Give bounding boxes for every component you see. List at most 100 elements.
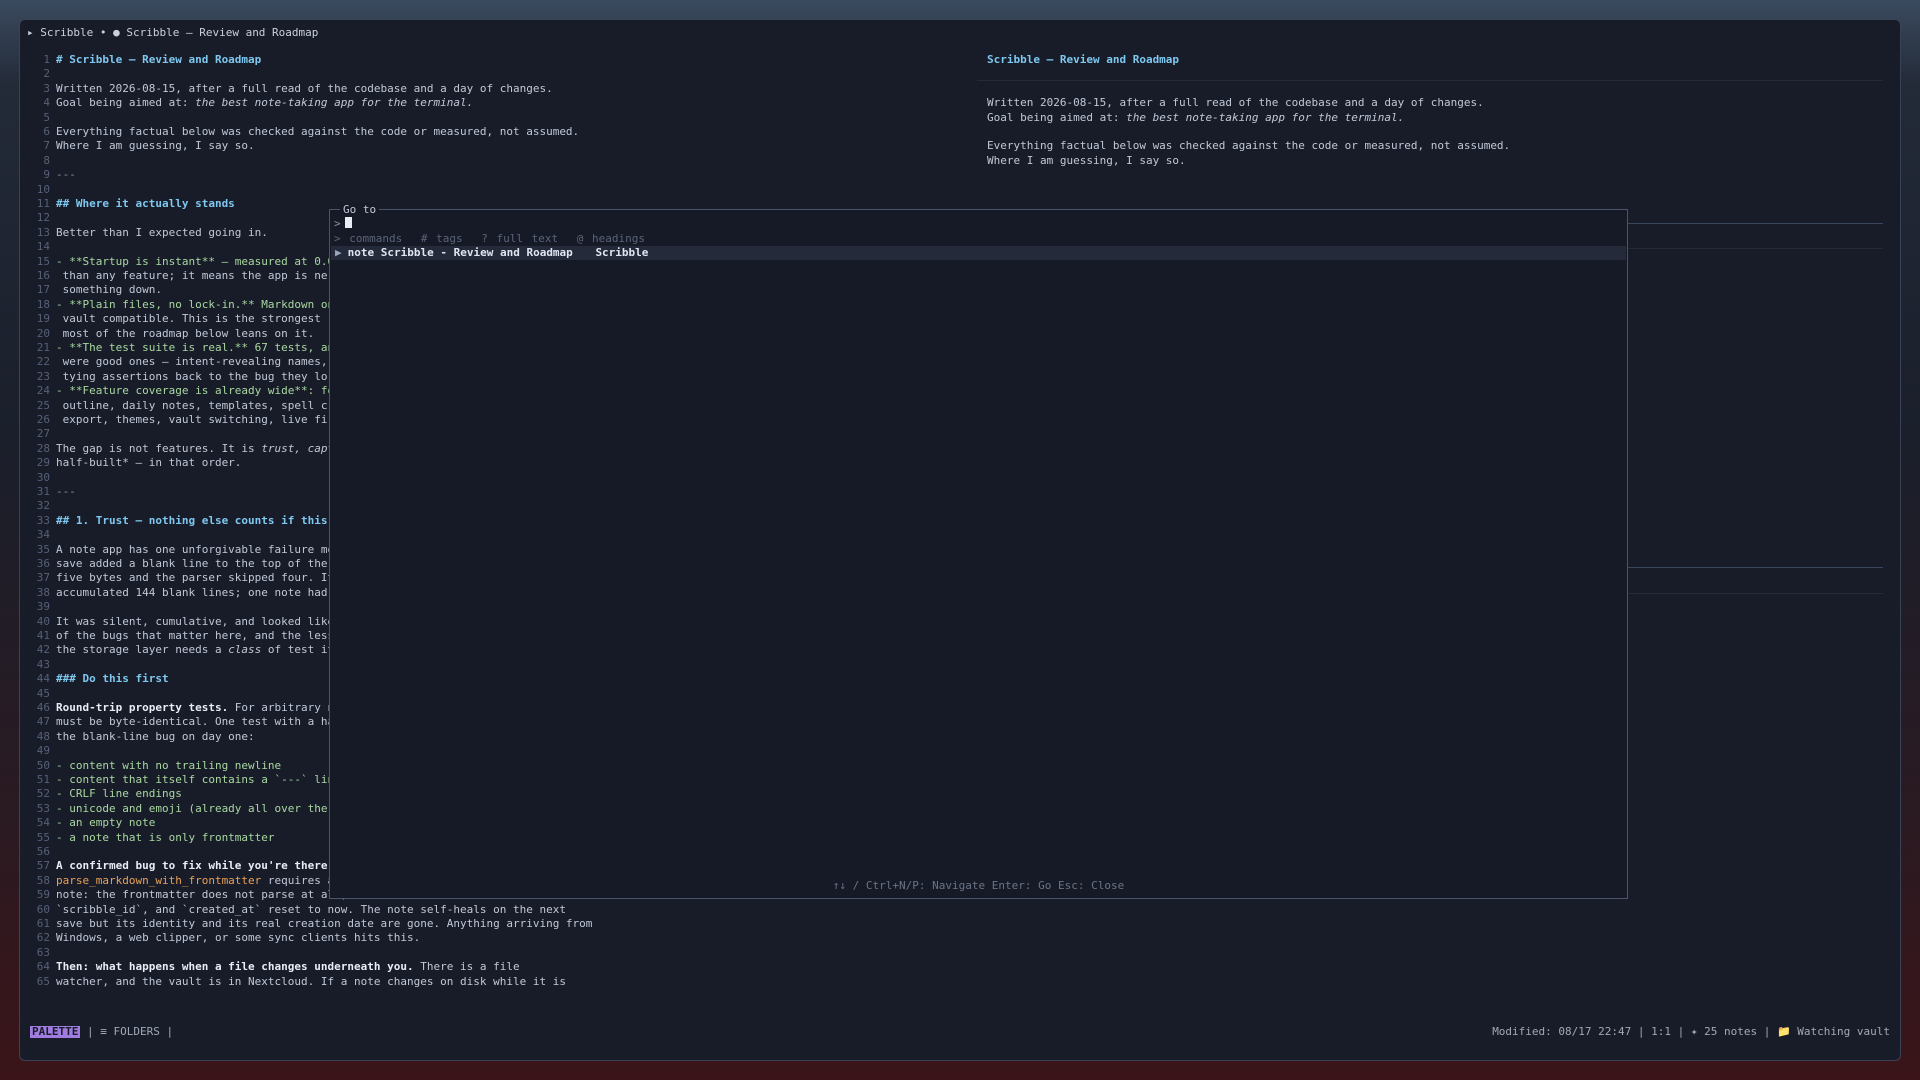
editor-line[interactable]: 6 Everything factual below was checked ag… — [28, 125, 579, 139]
editor-line[interactable]: 20 most of the roadmap below leans on it… — [28, 327, 315, 341]
text-span: the best note-taking app for the termina… — [195, 96, 474, 110]
editor-line[interactable]: 38 accumulated 144 blank lines; one note … — [28, 586, 328, 600]
editor-line[interactable]: 43 — [28, 658, 56, 672]
text-span: - content that itself contains a `---` l… — [56, 773, 335, 786]
editor-line[interactable]: 45 — [28, 687, 56, 701]
editor-line[interactable]: 57 A confirmed bug to fix while you're th… — [28, 859, 334, 873]
editor-line[interactable]: 26 export, themes, vault switching, live… — [28, 413, 328, 427]
text-span: save but its identity and its real creat… — [56, 917, 593, 930]
editor-line[interactable]: 35 A note app has one unforgivable failur… — [28, 543, 334, 557]
editor-line[interactable]: 55 - a note that is only frontmatter — [28, 831, 275, 845]
editor-line[interactable]: 32 — [28, 499, 56, 513]
collapse-arrow-icon[interactable]: ▸ — [27, 26, 34, 39]
editor-line[interactable]: 15 - **Startup is instant** – measured at… — [28, 255, 334, 269]
line-number: 25 — [36, 398, 50, 412]
text-span: tying assertions back to the bug they lo — [56, 369, 328, 383]
editor-line[interactable]: 51 - content that itself contains a `---`… — [28, 773, 334, 787]
text-span: Where I am guessing, I say so. — [987, 153, 1186, 167]
line-number: 52 — [36, 787, 50, 801]
line-number: 60 — [36, 902, 50, 916]
text-span: Better than I expected going in. — [56, 225, 268, 239]
editor-line[interactable]: 65 watcher, and the vault is in Nextcloud… — [28, 975, 566, 989]
editor-line[interactable]: 64 Then: what happens when a file changes… — [28, 960, 520, 974]
editor-line[interactable]: 7 Where I am guessing, I say so. — [28, 139, 254, 153]
editor-line[interactable]: 47 must be byte-identical. One test with … — [28, 715, 334, 729]
editor-line[interactable]: 41 of the bugs that matter here, and the … — [28, 629, 334, 643]
text-span: Goal being aimed at: — [56, 96, 196, 110]
editor-line[interactable]: 11 ## Where it actually stands — [28, 197, 235, 211]
editor-line[interactable]: 21 - **The test suite is real.** 67 tests… — [28, 341, 334, 355]
line-number: 27 — [36, 427, 50, 441]
editor-line[interactable]: 62 Windows, a web clipper, or some sync c… — [28, 931, 421, 945]
filter-full-text: ? full text — [481, 232, 559, 245]
editor-line[interactable]: 48 the blank-line bug on day one: — [28, 730, 255, 744]
editor-line[interactable]: 10 — [28, 183, 56, 197]
editor-line[interactable]: 3 Written 2026-08-15, after a full read o… — [28, 82, 552, 96]
editor-line[interactable]: 49 — [28, 744, 56, 758]
line-number: 38 — [36, 585, 50, 599]
editor-line[interactable]: 12 — [28, 211, 56, 225]
editor-line[interactable]: 56 — [28, 845, 56, 859]
editor-line[interactable]: 46 Round-trip property tests. For arbitra… — [28, 701, 334, 715]
editor-line[interactable]: 24 - **Feature coverage is already wide**… — [28, 384, 334, 398]
text-span: The gap is not features. It is — [56, 441, 262, 455]
text-span: ### Do this first — [56, 672, 169, 686]
editor-line[interactable]: 54 - an empty note — [28, 816, 156, 830]
editor-line[interactable]: 25 outline, daily notes, templates, spel… — [28, 399, 328, 413]
editor-line[interactable]: 58 parse_markdown_with_frontmatter requir… — [28, 874, 334, 888]
palette-result-item[interactable]: ▶ note Scribble - Review and Roadmap Scri… — [331, 246, 1626, 260]
text-span: Round-trip property tests. — [56, 701, 229, 714]
editor-line[interactable]: 13 Better than I expected going in. — [28, 226, 268, 240]
editor-line[interactable]: 30 — [28, 471, 56, 485]
line-number: 39 — [36, 600, 50, 614]
editor-line[interactable]: 22 were good ones – intent-revealing nam… — [28, 355, 328, 369]
editor-line[interactable]: 31 --- — [28, 485, 76, 499]
folders-toggle[interactable]: ≡ FOLDERS — [100, 1025, 160, 1038]
editor-line[interactable]: 18 - **Plain files, no lock-in.** Markdow… — [28, 298, 334, 312]
editor-line[interactable]: 9 --- — [28, 168, 76, 182]
editor-line[interactable]: 1 # Scribble – Review and Roadmap — [28, 53, 261, 67]
editor-line[interactable]: 2 — [28, 67, 56, 81]
text-span: the storage layer needs a — [56, 643, 229, 657]
editor-line[interactable]: 60 `scribble_id`, and `created_at` reset … — [28, 903, 566, 917]
editor-line[interactable]: 34 — [28, 528, 56, 542]
line-number: 54 — [36, 816, 50, 830]
editor-line[interactable]: 53 - unicode and emoji (already all over … — [28, 802, 328, 816]
editor-line[interactable]: 52 - CRLF line endings — [28, 787, 182, 801]
editor-line[interactable]: 40 It was silent, cumulative, and looked … — [28, 615, 334, 629]
line-number: 16 — [36, 269, 50, 282]
line-number: 19 — [36, 312, 50, 326]
line-number: 49 — [36, 744, 50, 758]
line-number: 56 — [36, 845, 50, 858]
editor-line[interactable]: 14 — [28, 240, 56, 254]
palette-search-input[interactable]: > — [334, 217, 352, 230]
editor-line[interactable]: 19 vault compatible. This is the stronge… — [28, 312, 321, 326]
editor-line[interactable]: 42 the storage layer needs a class of tes… — [28, 643, 334, 657]
editor-line[interactable]: 8 — [28, 154, 56, 168]
editor-line[interactable]: 4 Goal being aimed at: the best note-taki… — [28, 96, 473, 110]
line-number: 33 — [36, 513, 50, 527]
editor-line[interactable]: 50 - content with no trailing newline — [28, 759, 281, 773]
line-number: 8 — [43, 153, 50, 167]
editor-line[interactable]: 28 The gap is not features. It is trust, … — [28, 442, 334, 456]
text-span: parse_markdown_with_frontmatter — [56, 873, 262, 887]
text-span: - CRLF line endings — [56, 787, 182, 801]
text-span: A confirmed bug to fix while you're ther… — [56, 859, 335, 873]
editor-line[interactable]: 63 — [28, 946, 56, 960]
editor-line[interactable]: 29 half-built* – in that order. — [28, 456, 242, 470]
line-number: 41 — [36, 629, 50, 642]
editor-line[interactable]: 33 ## 1. Trust – nothing else counts if t… — [28, 514, 328, 528]
editor-line[interactable]: 61 save but its identity and its real cre… — [28, 917, 593, 931]
editor-line[interactable]: 27 — [28, 427, 56, 441]
editor-line[interactable]: 23 tying assertions back to the bug they… — [28, 370, 328, 384]
editor-line[interactable]: 17 something down. — [28, 283, 162, 297]
line-number: 12 — [36, 211, 50, 225]
editor-line[interactable]: 37 five bytes and the parser skipped four… — [28, 571, 334, 585]
editor-line[interactable]: 39 — [28, 600, 56, 614]
command-palette[interactable]: Go to > > commands # tags ? full text @ … — [329, 203, 1628, 899]
editor-line[interactable]: 5 — [28, 111, 56, 125]
selection-arrow-icon: ▶ — [335, 246, 342, 259]
editor-line[interactable]: 36 save added a blank line to the top of … — [28, 557, 328, 571]
editor-line[interactable]: 44 ### Do this first — [28, 672, 169, 686]
editor-line[interactable]: 16 than any feature; it means the app is… — [28, 269, 328, 283]
